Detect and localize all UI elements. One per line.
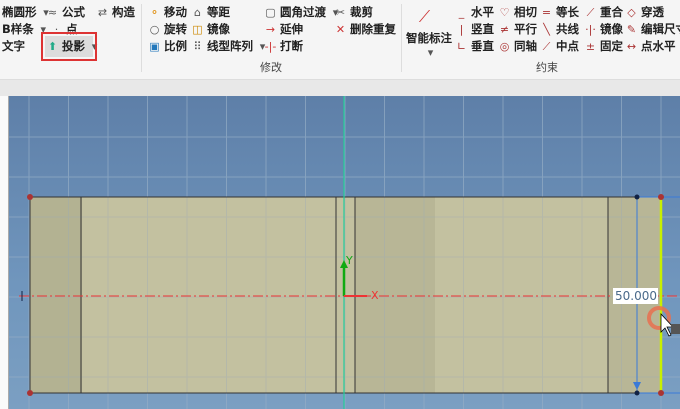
equal-icon: = — [541, 5, 552, 19]
rotate-icon: ○ — [149, 22, 160, 36]
coincident-icon: ⟋ — [586, 5, 595, 19]
sketch-drawing — [9, 96, 680, 409]
mirror-icon: ◫ — [192, 22, 203, 36]
break-button[interactable]: -|- 打断 — [264, 38, 303, 54]
fillet-button[interactable]: ▢ 圆角过渡 ▾ — [264, 4, 342, 20]
toolbar-strip — [0, 80, 680, 96]
move-button[interactable]: ⚬ 移动 — [148, 4, 187, 20]
parallel-icon: ≠ — [499, 22, 510, 36]
collinear-button[interactable]: ╲ 共线 — [540, 21, 579, 37]
perpendicular-button[interactable]: ∟ 垂直 — [455, 38, 494, 54]
text-button[interactable]: 文字 — [2, 38, 25, 54]
mirror-button[interactable]: ·|· 镜像 — [584, 21, 623, 37]
group-label-modify: 修改 — [260, 61, 282, 74]
scale-icon: ▣ — [149, 39, 160, 53]
scale-button[interactable]: ▣ 比例 — [148, 38, 187, 54]
ribbon: 椭圆形 ▾ ≈ 公式 ⇄ 构造 B样条 ▾ · 点 文字 ⬆ 投影 ▾ ⚬ 移动 ⌂ 等距 ▢ 圆角… — [0, 0, 680, 80]
pierce-button[interactable]: ◇ 穿透 — [625, 4, 664, 20]
fixed-icon: ± — [585, 39, 596, 53]
divider — [401, 4, 402, 72]
linear-pattern-icon: ⠿ — [193, 39, 202, 53]
collinear-icon: ╲ — [543, 22, 550, 36]
offset-icon: ⌂ — [194, 5, 201, 19]
delete-duplicate-icon: ✕ — [335, 22, 346, 36]
break-icon: -|- — [264, 39, 277, 53]
fixed-button[interactable]: ± 固定 — [584, 38, 623, 54]
pierce-icon: ◇ — [627, 5, 636, 19]
trim-icon: ✂ — [335, 5, 346, 19]
linear-pattern-button[interactable]: ⠿ 线型阵列 ▾ — [191, 38, 269, 54]
extend-button[interactable]: → 延伸 — [264, 21, 303, 37]
edit-dimension-icon: ✎ — [626, 22, 637, 36]
formula-button[interactable]: ≈ 公式 — [46, 4, 85, 20]
midpoint-icon: ⟋ — [542, 39, 551, 53]
group-label-constraint: 约束 — [536, 61, 558, 74]
mirror-icon: ·|· — [585, 22, 596, 36]
left-panel — [0, 96, 8, 409]
midpoint-button[interactable]: ⟋ 中点 — [540, 38, 579, 54]
y-axis-label: Y — [346, 254, 353, 267]
tangent-button[interactable]: ♡ 相切 — [498, 4, 537, 20]
move-icon: ⚬ — [149, 5, 160, 19]
offset-button[interactable]: ⌂ 等距 — [191, 4, 230, 20]
ellipse-button[interactable]: 椭圆形 ▾ — [2, 4, 53, 20]
vertical-button[interactable]: | 竖直 — [455, 21, 494, 37]
point-horizontal-button[interactable]: ↔ 点水平 — [625, 38, 676, 54]
construct-icon: ⇄ — [97, 5, 108, 19]
extend-icon: → — [265, 22, 276, 36]
parallel-button[interactable]: ≠ 平行 — [498, 21, 537, 37]
dimension-input[interactable] — [613, 288, 658, 304]
highlight-box — [41, 32, 97, 61]
tangent-icon: ♡ — [499, 5, 510, 19]
coincident-button[interactable]: ⟋ 重合 — [584, 4, 623, 20]
vertical-icon: | — [459, 22, 464, 36]
horizontal-button[interactable]: _ 水平 — [455, 4, 494, 20]
chevron-down-icon: ▾ — [427, 45, 434, 59]
formula-icon: ≈ — [47, 5, 58, 19]
divider — [141, 4, 142, 72]
smart-dimension-icon: ⟋ — [418, 6, 431, 26]
concentric-icon: ◎ — [499, 39, 510, 53]
concentric-button[interactable]: ◎ 同轴 — [498, 38, 537, 54]
x-axis-label: X — [371, 289, 379, 302]
rotate-button[interactable]: ○ 旋转 — [148, 21, 187, 37]
mirror-button[interactable]: ◫ 镜像 — [191, 21, 230, 37]
horizontal-icon: _ — [458, 5, 465, 19]
equal-button[interactable]: = 等长 — [540, 4, 579, 20]
edit-dimension-button[interactable]: ✎编辑尺寸 — [625, 21, 680, 37]
perpendicular-icon: ∟ — [456, 39, 467, 53]
sketch-canvas[interactable]: Y X — [8, 96, 680, 409]
construct-button[interactable]: ⇄ 构造 — [96, 4, 135, 20]
fillet-icon: ▢ — [265, 5, 276, 19]
delete-duplicate-button[interactable]: ✕ 删除重复 — [334, 21, 396, 37]
trim-button[interactable]: ✂ 裁剪 — [334, 4, 373, 20]
point-horizontal-icon: ↔ — [626, 39, 637, 53]
